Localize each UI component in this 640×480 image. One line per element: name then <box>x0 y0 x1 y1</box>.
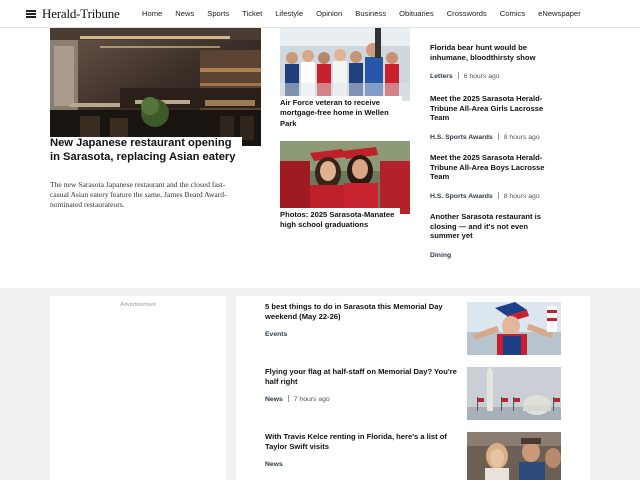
list-thumb-taylor-swift[interactable] <box>467 432 561 480</box>
nav-obituaries[interactable]: Obituaries <box>399 9 434 18</box>
nav-business[interactable]: Business <box>355 9 386 18</box>
advertisement-slot: Advertisement <box>50 296 226 480</box>
nav-crosswords[interactable]: Crosswords <box>447 9 487 18</box>
list-item[interactable]: Flying your flag at half-staff on Memori… <box>265 367 457 406</box>
nav-lifestyle[interactable]: Lifestyle <box>275 9 303 18</box>
main-nav: Home News Sports Ticket Lifestyle Opinio… <box>142 9 594 18</box>
story-timestamp: 8 hours ago <box>503 133 540 141</box>
right-story-1[interactable]: Florida bear hunt would be inhumane, blo… <box>430 43 555 83</box>
top-header: Herald-Tribune Home News Sports Ticket L… <box>0 0 640 28</box>
list-thumb-half-staff[interactable] <box>467 367 561 420</box>
site-logo[interactable]: Herald-Tribune <box>42 6 120 22</box>
story-category[interactable]: News <box>265 461 283 468</box>
story-image-veteran[interactable] <box>280 28 410 101</box>
meta-divider <box>497 132 499 140</box>
right-story-4[interactable]: Another Sarasota restaurant is closing —… <box>430 212 555 262</box>
list-item[interactable]: 5 best things to do in Sarasota this Mem… <box>265 302 457 341</box>
story-headline[interactable]: Another Sarasota restaurant is closing —… <box>430 212 555 241</box>
story-headline[interactable]: Meet the 2025 Sarasota Herald-Tribune Al… <box>430 153 555 182</box>
list-thumb-memorial-day[interactable] <box>467 302 561 355</box>
story-headline[interactable]: Flying your flag at half-staff on Memori… <box>265 367 457 386</box>
meta-divider <box>457 72 459 80</box>
story-timestamp: 7 hours ago <box>293 396 330 404</box>
nav-news[interactable]: News <box>175 9 194 18</box>
right-story-2[interactable]: Meet the 2025 Sarasota Herald-Tribune Al… <box>430 94 555 144</box>
nav-ticket[interactable]: Ticket <box>242 9 262 18</box>
advertisement-label: Advertisement <box>120 302 156 308</box>
menu-icon[interactable] <box>26 10 36 18</box>
story-category[interactable]: H.S. Sports Awards <box>430 193 493 200</box>
lead-story-image[interactable] <box>50 28 261 146</box>
nav-comics[interactable]: Comics <box>500 9 525 18</box>
list-item[interactable]: With Travis Kelce renting in Florida, he… <box>265 432 457 471</box>
story-headline-graduations[interactable]: Photos: 2025 Sarasota-Manatee high schoo… <box>280 208 400 231</box>
nav-sports[interactable]: Sports <box>207 9 229 18</box>
nav-enewspaper[interactable]: eNewspaper <box>538 9 581 18</box>
meta-divider <box>497 191 499 199</box>
story-timestamp: 8 hours ago <box>503 192 540 200</box>
nav-home[interactable]: Home <box>142 9 162 18</box>
story-headline[interactable]: Meet the 2025 Sarasota Herald-Tribune Al… <box>430 94 555 123</box>
story-category[interactable]: Letters <box>430 73 453 80</box>
nav-opinion[interactable]: Opinion <box>316 9 342 18</box>
story-headline[interactable]: Florida bear hunt would be inhumane, blo… <box>430 43 555 62</box>
right-story-3[interactable]: Meet the 2025 Sarasota Herald-Tribune Al… <box>430 153 555 203</box>
story-headline-veteran[interactable]: Air Force veteran to receive mortgage-fr… <box>280 96 402 129</box>
story-image-graduations[interactable] <box>280 141 410 214</box>
story-category[interactable]: H.S. Sports Awards <box>430 134 493 141</box>
lead-story-headline[interactable]: New Japanese restaurant opening in Saras… <box>50 137 242 165</box>
story-timestamp: 6 hours ago <box>463 73 500 81</box>
story-headline[interactable]: With Travis Kelce renting in Florida, he… <box>265 432 457 451</box>
story-category[interactable]: Events <box>265 331 287 338</box>
story-category[interactable]: Dining <box>430 252 451 259</box>
story-headline[interactable]: 5 best things to do in Sarasota this Mem… <box>265 302 457 321</box>
meta-divider <box>287 395 289 403</box>
story-category[interactable]: News <box>265 396 283 403</box>
lead-story-description: The new Sarasota Japanese restaurant and… <box>50 180 227 210</box>
